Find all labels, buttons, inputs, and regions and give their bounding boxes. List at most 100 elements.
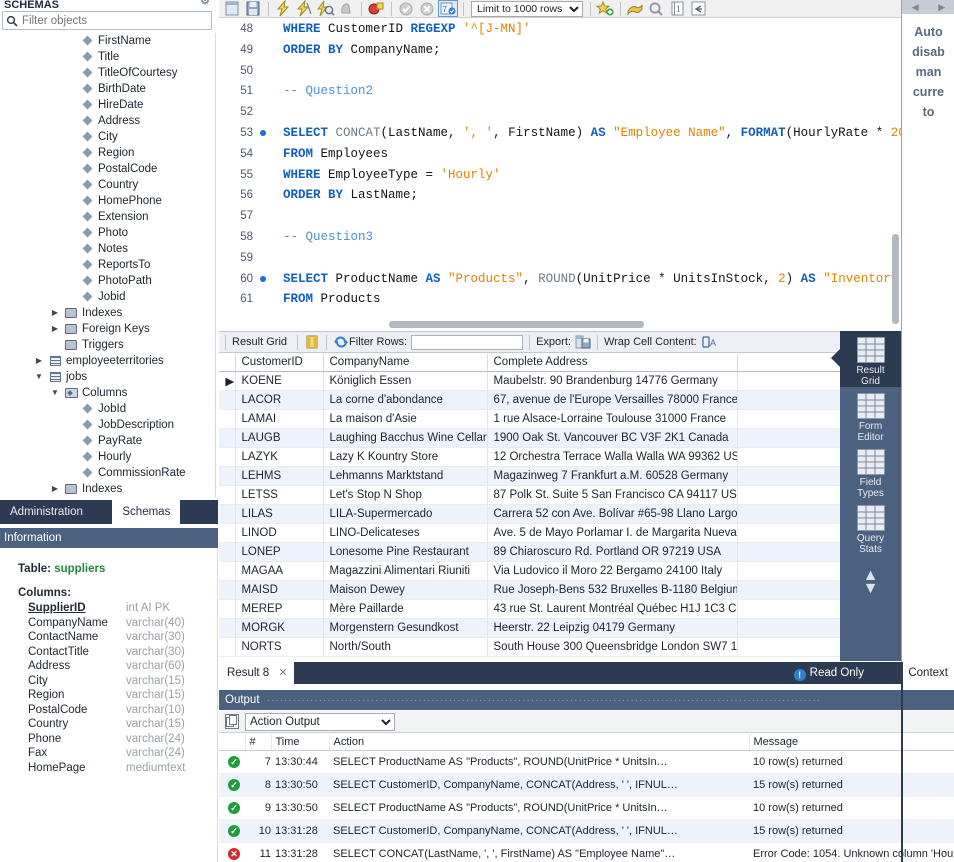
table-cell[interactable]: LINOD [235,523,324,543]
save-icon[interactable] [243,0,263,17]
table-cell[interactable]: Lazy K Kountry Store [323,447,488,467]
tree-node[interactable]: CommissionRate [0,465,215,481]
tree-node[interactable]: PhotoPath [0,273,215,289]
table-cell[interactable]: North/South [323,637,488,657]
chevron-right-icon[interactable]: ▶ [34,353,44,369]
table-cell[interactable]: LILAS [235,504,324,524]
output-body[interactable]: ✓ 7 13:30:44 SELECT ProductName AS "Product… [219,750,954,862]
wrap-lines-icon[interactable] [688,0,708,17]
sidebar-tab-schemas[interactable]: Schemas [112,500,181,524]
table-cell[interactable]: LAUGB [235,428,324,448]
chevron-right-icon[interactable]: ▶ [938,2,945,13]
table-cell[interactable]: LAZYK [235,447,324,467]
tree-node[interactable]: ▶ employeeterritories [0,353,215,369]
tree-node[interactable]: ReportsTo [0,257,215,273]
code-line[interactable]: 58 -- Question3 [219,227,901,248]
table-cell[interactable]: 12 Orchestra Terrace Walla Walla WA 9936… [487,447,738,467]
rollback-icon[interactable] [417,0,437,17]
row-marker[interactable] [219,447,236,467]
table-cell[interactable]: Königlich Essen [323,371,488,391]
code-line[interactable]: 54 FROM Employees [219,144,901,165]
table-cell[interactable]: LEHMS [235,466,324,486]
snippets-icon[interactable] [625,0,645,17]
result-view-switcher[interactable]: Result Grid Form Editor Field Types Query Stats [840,331,901,555]
row-marker[interactable] [219,542,236,562]
table-cell[interactable]: 43 rue St. Laurent Montréal Québec H1J 1… [487,599,738,619]
tree-node[interactable]: PayRate [0,433,215,449]
table-cell[interactable]: Magazinweg 7 Frankfurt a.M. 60528 German… [487,466,738,486]
chevron-down-icon[interactable]: ▼ [34,369,44,385]
sidebar-tab-administration[interactable]: Administration [0,500,93,524]
expand-collapse-icon[interactable]: ▲ ▼ [840,568,901,597]
sql-code-lines[interactable]: 48 WHERE CustomerID REGEXP '^[J-MN]' 49 ORD… [219,19,901,310]
schema-tree[interactable]: FirstName Title TitleOfCourtesy BirthDate Hi… [0,33,216,498]
sql-code-area[interactable]: 48 WHERE CustomerID REGEXP '^[J-MN]' 49 ORD… [219,19,901,330]
tree-node[interactable]: HireDate [0,97,215,113]
table-row[interactable]: LAZYK Lazy K Kountry Store 12 Orchestra Te… [219,447,901,467]
table-cell[interactable]: LINO-Delicateses [323,523,488,543]
row-marker[interactable] [219,599,236,619]
beautify-icon[interactable]: 1 [667,0,687,17]
code-line[interactable]: 59 [219,248,901,269]
editor-horizontal-scrollbar[interactable] [389,321,644,328]
tree-node[interactable]: Hourly [0,449,215,465]
row-marker[interactable] [219,618,236,638]
table-cell[interactable]: Maubelstr. 90 Brandenburg 14776 Germany [487,371,738,391]
row-marker[interactable] [219,580,236,600]
table-row[interactable]: MEREP Mère Paillarde 43 rue St. Laurent Mo… [219,599,901,619]
table-row[interactable]: LAMAI La maison d'Asie 1 rue Alsace-Lorrai… [219,409,901,429]
row-marker[interactable] [219,409,236,429]
filter-objects-box[interactable] [2,11,212,30]
tree-node[interactable]: ▼ jobs [0,369,215,385]
output-row[interactable]: ✓ 9 13:30:50 SELECT ProductName AS "Product… [219,796,954,820]
execute-current-statement-icon[interactable] [294,0,314,17]
table-cell[interactable]: La maison d'Asie [323,409,488,429]
code-line[interactable]: 48 WHERE CustomerID REGEXP '^[J-MN]' [219,19,901,40]
filter-objects-input[interactable] [20,12,210,29]
output-row[interactable]: ✓ 8 13:30:50 SELECT CustomerID, CompanyName… [219,773,954,797]
table-cell[interactable]: Let's Stop N Shop [323,485,488,505]
table-cell[interactable]: Lonesome Pine Restaurant [323,542,488,562]
close-icon[interactable]: ✕ [278,667,287,679]
table-cell[interactable]: Mère Paillarde [323,599,488,619]
table-cell[interactable]: NORTS [235,637,324,657]
tree-node[interactable]: Notes [0,241,215,257]
tree-node[interactable]: JobId [0,401,215,417]
code-line[interactable]: 50 [219,61,901,82]
chevron-down-icon[interactable]: ▼ [50,385,60,401]
tree-node[interactable]: ▼ Columns [0,385,215,401]
row-marker[interactable] [219,485,236,505]
result-grid-table-wrap[interactable]: CustomerID CompanyName Complete Address ▶ K… [219,354,901,658]
copy-icon[interactable] [225,714,239,729]
table-cell[interactable]: 89 Chiaroscuro Rd. Portland OR 97219 USA [487,542,738,562]
tree-node[interactable]: ▶ Foreign Keys [0,321,215,337]
result-grid-column-header[interactable]: Complete Address [487,354,738,372]
result-view-form-editor[interactable]: Form Editor [840,387,901,443]
stop-on-error-icon[interactable] [366,0,386,17]
table-row[interactable]: NORTS North/South South House 300 Queensbr… [219,637,901,657]
result-tab-8[interactable]: Result 8 ✕ [219,662,294,684]
tree-node[interactable]: ▶ Indexes [0,481,215,497]
result-grid-column-header[interactable]: CompanyName [323,354,488,372]
code-line[interactable]: 57 [219,206,901,227]
tree-node[interactable]: Triggers [0,337,215,353]
tree-node[interactable]: HomePhone [0,193,215,209]
tree-node[interactable]: Jobid [0,289,215,305]
explain-icon[interactable] [315,0,335,17]
table-cell[interactable]: LETSS [235,485,324,505]
context-tab[interactable]: Context [902,662,954,684]
tree-node[interactable]: Country [0,177,215,193]
tree-node[interactable]: PostalCode [0,161,215,177]
stop-icon[interactable] [336,0,356,17]
row-marker[interactable] [219,504,236,524]
code-line[interactable]: 52 [219,102,901,123]
table-cell[interactable]: Rue Joseph-Bens 532 Bruxelles B-1180 Bel… [487,580,738,600]
table-row[interactable]: LINOD LINO-Delicateses Ave. 5 de Mayo Porl… [219,523,901,543]
tree-node[interactable]: Photo [0,225,215,241]
table-cell[interactable]: LAMAI [235,409,324,429]
toggle-autocommit-icon[interactable]: 7 [438,0,458,17]
table-row[interactable]: LETSS Let's Stop N Shop 87 Polk St. Suite … [219,485,901,505]
table-cell[interactable]: Laughing Bacchus Wine Cellars [323,428,488,448]
row-marker[interactable] [219,637,236,657]
execute-icon[interactable] [273,0,293,17]
